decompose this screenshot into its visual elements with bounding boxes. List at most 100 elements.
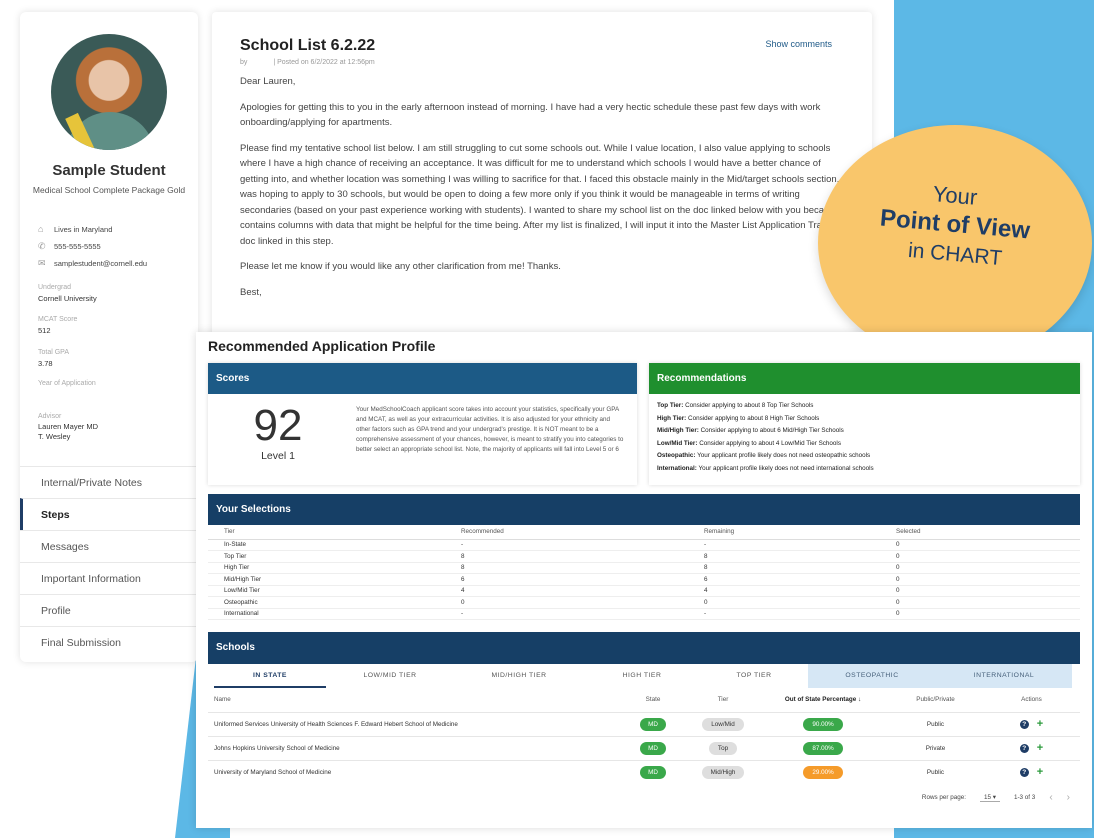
add-icon[interactable]: + <box>1037 766 1043 778</box>
tier-badge: Low/Mid <box>702 717 744 731</box>
advisor-name-2: T. Wesley <box>38 432 71 441</box>
public-private-value: Public <box>888 759 983 784</box>
tier-badge: Top <box>708 741 738 755</box>
add-icon[interactable]: + <box>1037 742 1043 754</box>
score-level: Level 1 <box>261 450 295 462</box>
recommendations-header: Recommendations <box>649 363 1080 394</box>
recommendation-item: Low/Mid Tier: Consider applying to about… <box>657 439 841 447</box>
nav-item-messages[interactable]: Messages <box>20 530 198 562</box>
letter-paragraph-1: Apologies for getting this to you in the… <box>240 101 821 129</box>
col-tier[interactable]: Tier <box>688 688 758 712</box>
table-row: Johns Hopkins University School of Medic… <box>208 735 1080 760</box>
pagination: Rows per page: 15 ▾ 1-3 of 3 ‹ › <box>922 792 1070 803</box>
col-out-of-state-percentage[interactable]: Out of State Percentage ↓ <box>758 688 888 712</box>
col-recommended: Recommended <box>461 525 704 540</box>
email-row[interactable]: ✉ samplestudent@cornell.edu <box>38 258 147 268</box>
chevron-right-icon[interactable]: › <box>1067 792 1070 803</box>
chevron-left-icon[interactable]: ‹ <box>1049 792 1052 803</box>
col-tier: Tier <box>208 525 461 540</box>
score-value: 92 <box>253 401 303 450</box>
profile-nav: Internal/Private Notes Steps Messages Im… <box>20 466 198 658</box>
email-text[interactable]: samplestudent@cornell.edu <box>54 259 147 268</box>
letter-card: School List 6.2.22 by | Posted on 6/2/20… <box>212 12 872 342</box>
help-icon[interactable]: ? <box>1019 743 1029 753</box>
rap-title: Recommended Application Profile <box>208 338 436 354</box>
percentage-badge: 90.00% <box>803 717 843 731</box>
letter-closing: Best, <box>240 286 262 298</box>
rows-per-page-select[interactable]: 15 ▾ <box>980 794 1000 802</box>
col-name[interactable]: Name <box>208 688 618 712</box>
table-row: Mid/High Tier 6 6 0 <box>208 573 1080 586</box>
undergrad-value: Cornell University <box>38 294 97 303</box>
your-selections-card: Your Selections Tier Recommended Remaini… <box>208 494 1080 634</box>
phone-icon: ✆ <box>38 241 46 251</box>
col-selected: Selected <box>896 525 1080 540</box>
home-icon: ⌂ <box>38 224 44 234</box>
scores-header: Scores <box>208 363 637 394</box>
letter-greeting: Dear Lauren, <box>240 76 296 87</box>
col-state[interactable]: State <box>618 688 688 712</box>
undergrad-label: Undergrad <box>38 284 72 291</box>
public-private-value: Private <box>888 735 983 760</box>
advisor-name-1: Lauren Mayer MD <box>38 422 99 431</box>
letter-body: Dear Lauren, Apologies for getting this … <box>240 74 850 310</box>
mcat-value: 512 <box>38 326 51 335</box>
tier-badge: Mid/High <box>701 765 745 779</box>
nav-item-profile[interactable]: Profile <box>20 594 198 626</box>
tab-high-tier[interactable]: HIGH TIER <box>584 664 700 688</box>
table-row: Uniformed Services University of Health … <box>208 711 1080 736</box>
avatar <box>51 34 167 150</box>
recommendation-item: Top Tier: Consider applying to about 8 T… <box>657 402 814 409</box>
table-row: Top Tier 8 8 0 <box>208 550 1080 563</box>
rows-per-page-label: Rows per page: <box>921 794 967 801</box>
table-row: International - -0 <box>208 608 1080 620</box>
letter-title: School List 6.2.22 <box>240 37 376 54</box>
nav-item-internal-notes[interactable]: Internal/Private Notes <box>20 466 198 498</box>
table-row: University of Maryland School of Medicin… <box>208 759 1080 784</box>
nav-item-steps[interactable]: Steps <box>20 498 198 530</box>
profile-card: Sample Student Medical School Complete P… <box>20 12 198 662</box>
point-of-view-badge: Your Point of View in CHART <box>818 125 1092 361</box>
add-icon[interactable]: + <box>1037 718 1043 730</box>
nav-item-important-information[interactable]: Important Information <box>20 562 198 594</box>
school-name: Johns Hopkins University School of Medic… <box>208 735 618 760</box>
letter-posted: | Posted on 6/2/2022 at 12:56pm <box>273 59 375 66</box>
student-name: Sample Student <box>52 162 166 179</box>
schools-card: Schools IN STATE LOW/MID TIER MID/HIGH T… <box>208 632 1080 818</box>
recommended-application-profile: Recommended Application Profile Scores 9… <box>196 332 1092 828</box>
phone-text: 555-555-5555 <box>54 241 101 251</box>
tab-mid-high-tier[interactable]: MID/HIGH TIER <box>454 664 584 688</box>
gpa-value: 3.78 <box>38 359 53 368</box>
table-row: High Tier 8 8 0 <box>208 562 1080 574</box>
mcat-label: MCAT Score <box>38 316 78 323</box>
help-icon[interactable]: ? <box>1019 719 1029 729</box>
letter-paragraph-2: Please find my tentative school list bel… <box>240 142 847 247</box>
percentage-badge: 87.00% <box>803 741 843 755</box>
public-private-value: Public <box>888 711 983 736</box>
recommendation-item: Osteopathic: Your applicant profile like… <box>657 452 871 459</box>
letter-by: by <box>240 59 248 66</box>
tab-osteopathic[interactable]: OSTEOPATHIC <box>808 664 936 688</box>
nav-item-final-submission[interactable]: Final Submission <box>20 626 198 658</box>
tab-in-state[interactable]: IN STATE <box>214 664 326 688</box>
col-public-private[interactable]: Public/Private <box>888 688 983 712</box>
mail-icon: ✉ <box>38 258 46 268</box>
year-label: Year of Application <box>38 380 96 387</box>
recommendation-item: High Tier: Consider applying to about 8 … <box>657 414 820 422</box>
gpa-label: Total GPA <box>38 349 69 356</box>
letter-paragraph-3: Please let me know if you would like any… <box>240 261 561 272</box>
state-badge: MD <box>640 765 666 779</box>
tab-international[interactable]: INTERNATIONAL <box>936 664 1072 688</box>
tab-top-tier[interactable]: TOP TIER <box>700 664 808 688</box>
show-comments-link[interactable]: Show comments <box>765 39 832 49</box>
table-row: Osteopathic 0 0 0 <box>208 596 1080 609</box>
recommendation-item: Mid/High Tier: Consider applying to abou… <box>657 427 844 434</box>
help-icon[interactable]: ? <box>1019 767 1029 777</box>
tab-low-mid-tier[interactable]: LOW/MID TIER <box>326 664 454 688</box>
school-name: Uniformed Services University of Health … <box>208 711 618 736</box>
school-name: University of Maryland School of Medicin… <box>208 759 618 784</box>
location-row: ⌂ Lives in Maryland <box>38 224 112 234</box>
schools-header: Schools <box>208 632 1080 664</box>
recommendations-card: Recommendations Top Tier: Consider apply… <box>649 363 1080 485</box>
schools-table: Name State Tier Out of State Percentage … <box>208 688 1080 784</box>
